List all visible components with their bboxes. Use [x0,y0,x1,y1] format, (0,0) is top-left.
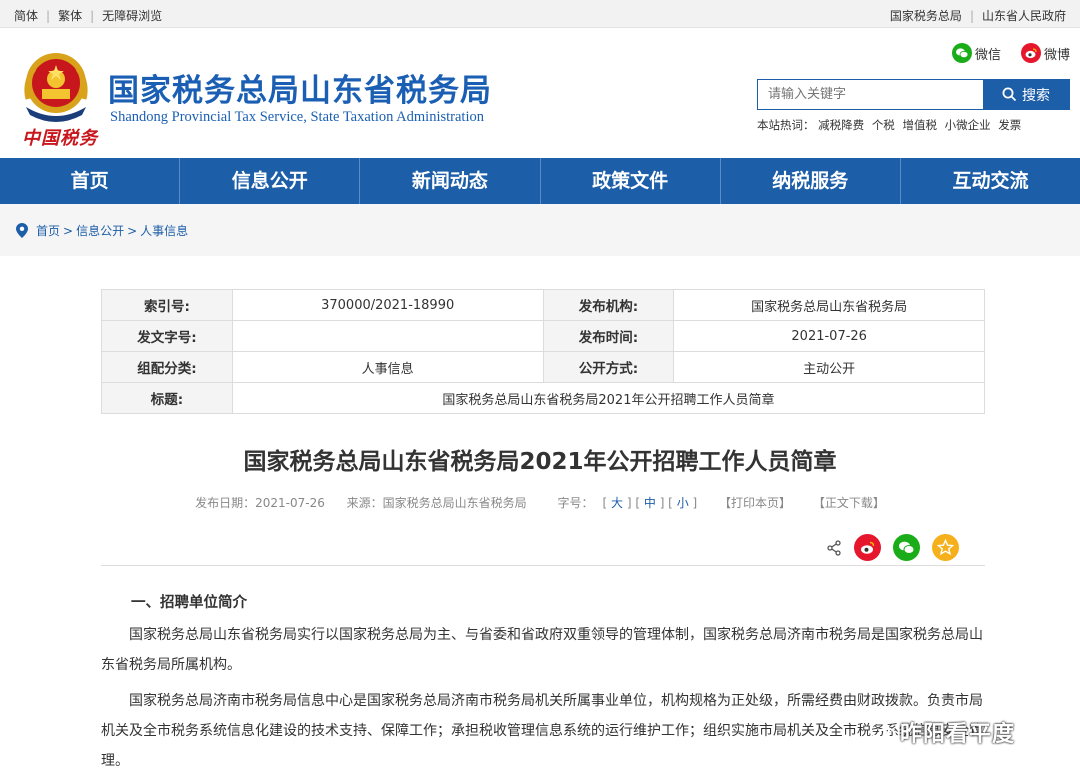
nav-item-news[interactable]: 新闻动态 [360,158,541,204]
nav-item-tax-service[interactable]: 纳税服务 [721,158,901,204]
date-value: 2021-07-26 [673,320,985,352]
site-subtitle: Shandong Provincial Tax Service, State T… [110,109,484,125]
star-icon [937,539,954,556]
hot-words-label: 本站热词： [757,118,815,132]
wechat-icon [951,43,972,63]
breadcrumb-info-disclosure[interactable]: 信息公开 [76,222,124,239]
font-size-large[interactable]: 大 [611,496,623,510]
traditional-link[interactable]: 繁体 [58,7,82,24]
article-title: 国家税务总局山东省税务局2021年公开招聘工作人员简章 [243,449,837,475]
download-link[interactable]: 【正文下载】 [813,496,885,510]
top-bar: 简体 | 繁体 | 无障碍浏览 国家税务总局 | 山东省人民政府 [0,0,1080,28]
breadcrumb: 首页 > 信息公开 > 人事信息 [16,222,188,239]
article-body: 一、招聘单位简介 国家税务总局山东省税务局实行以国家税务总局为主、与省委和省政府… [101,590,985,779]
share-weibo-button[interactable] [854,534,881,561]
index-value: 370000/2021-18990 [231,289,544,321]
section-heading: 一、招聘单位简介 [131,595,247,611]
title-value: 国家税务总局山东省税务局2021年公开招聘工作人员简章 [231,382,986,414]
share-bar [826,534,959,561]
article-divider [101,565,985,566]
mode-value: 主动公开 [673,351,985,383]
breadcrumb-bar: 首页 > 信息公开 > 人事信息 [0,204,1080,256]
org-value: 国家税务总局山东省税务局 [673,289,985,321]
docno-value [231,320,544,352]
search-input[interactable] [758,80,983,109]
favorite-button[interactable] [932,534,959,561]
share-icon[interactable] [826,539,842,556]
table-row: 标题: 国家税务总局山东省税务局2021年公开招聘工作人员简章 [101,382,986,414]
breadcrumb-home[interactable]: 首页 [36,222,60,239]
title-label: 标题: [101,382,233,414]
search-button[interactable]: 搜索 [983,80,1069,109]
index-label: 索引号: [101,289,233,321]
hot-word[interactable]: 增值税 [902,118,937,132]
search-icon [1002,87,1017,102]
paragraph: 国家税务总局山东省税务局实行以国家税务总局为主、与省委和省政府双重领导的管理体制… [101,627,983,673]
nav-item-policy[interactable]: 政策文件 [541,158,721,204]
china-tax-logo-text: 中国税务 [22,128,98,149]
external-links: 国家税务总局 | 山东省人民政府 [889,7,1066,24]
sta-link[interactable]: 国家税务总局 [890,7,962,24]
print-link[interactable]: 【打印本页】 [719,496,791,510]
search-box: 搜索 [757,79,1070,110]
hot-words: 本站热词： 减税降费 个税 增值税 小微企业 发票 [757,117,1025,133]
hot-word[interactable]: 个税 [872,118,895,132]
weibo-icon [861,541,875,554]
font-size-small[interactable]: 小 [677,496,689,510]
hot-word[interactable]: 小微企业 [945,118,991,132]
watermark: 昨阳看平度 [870,716,1015,748]
table-row: 索引号: 370000/2021-18990 发布机构: 国家税务总局山东省税务… [101,289,985,321]
wechat-link[interactable]: 微信 [951,43,1001,63]
category-label: 组配分类: [101,351,233,383]
breadcrumb-personnel-info[interactable]: 人事信息 [140,222,188,239]
org-label: 发布机构: [542,289,675,321]
language-links: 简体 | 繁体 | 无障碍浏览 [14,7,163,24]
category-value: 人事信息 [231,351,544,383]
shandong-gov-link[interactable]: 山东省人民政府 [982,7,1066,24]
weibo-icon [1020,43,1041,63]
paragraph: 国家税务总局济南市税务局信息中心是国家税务总局济南市税务局机关所属事业单位，机构… [101,693,983,769]
hot-word[interactable]: 减税降费 [818,118,864,132]
docno-label: 发文字号: [101,320,233,352]
hot-word[interactable]: 发票 [998,118,1021,132]
document-info-table: 索引号: 370000/2021-18990 发布机构: 国家税务总局山东省税务… [101,289,986,414]
social-links: 微信 微博 [932,43,1070,63]
mode-label: 公开方式: [542,351,675,383]
table-row: 发文字号: 发布时间: 2021-07-26 [101,320,985,352]
share-wechat-button[interactable] [893,534,920,561]
article-meta: 发布日期：2021-07-26 来源：国家税务总局山东省税务局 字号：[ 大 ]… [0,494,1080,511]
table-row: 组配分类: 人事信息 公开方式: 主动公开 [101,351,985,383]
wechat-icon [899,541,915,554]
site-title[interactable]: 国家税务总局山东省税务局 [108,65,492,110]
accessibility-link[interactable]: 无障碍浏览 [102,7,162,24]
article-source: 来源：国家税务总局山东省税务局 [346,496,527,510]
site-header: 中国税务 国家税务总局山东省税务局 Shandong Provincial Ta… [0,29,1080,157]
publish-date: 发布日期：2021-07-26 [195,496,325,510]
wechat-watermark-icon [870,721,896,743]
nav-item-home[interactable]: 首页 [0,158,181,204]
font-size-controls: 字号：[ 大 ] [ 中 ] [ 小 ] [557,496,698,510]
location-pin-icon [16,223,28,238]
nav-item-info-disclosure[interactable]: 信息公开 [180,158,361,204]
simplified-link[interactable]: 简体 [14,7,38,24]
nav-item-interaction[interactable]: 互动交流 [901,158,1080,204]
main-nav: 首页 信息公开 新闻动态 政策文件 纳税服务 互动交流 [0,158,1080,204]
font-size-medium[interactable]: 中 [644,496,656,510]
tax-emblem-icon[interactable] [18,49,94,129]
date-label: 发布时间: [542,320,675,352]
weibo-link[interactable]: 微博 [1020,43,1070,63]
